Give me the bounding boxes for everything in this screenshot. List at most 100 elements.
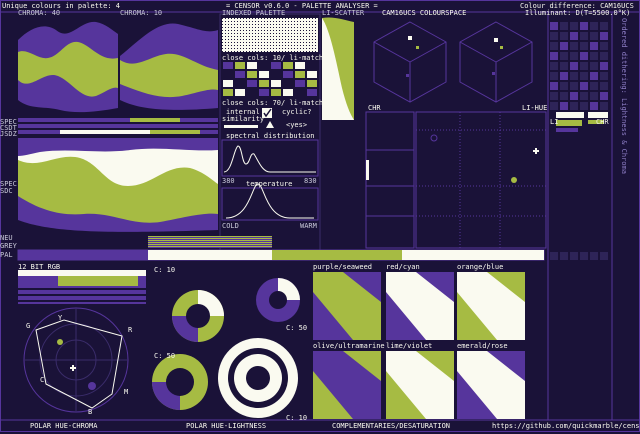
li-chr-bars [550,110,610,250]
dither-cell [560,32,568,40]
dither-cell [580,22,588,30]
jsdz-label: JSDZ [0,130,17,138]
colourspace-panel [364,14,540,110]
palette-swatch [283,62,293,69]
polar-label-g: G [26,322,31,330]
palette-swatch [295,89,305,96]
dither-cell [560,92,568,100]
rgb-12bit-label: 12 BIT RGB [18,263,61,271]
dither-cell [580,102,588,110]
li-scatter-label: LI-SCATTER [322,9,365,17]
dither-cell [600,102,608,110]
dither-cell [550,82,558,90]
palette-swatch [223,71,233,78]
palette-swatch [295,71,305,78]
li-hue-label: LI-HUE [522,104,548,112]
dither-cell [550,92,558,100]
palette-swatch [271,71,281,78]
dither-cell [550,42,558,50]
dither-cell [590,102,598,110]
warm-label: WARM [300,222,317,230]
dither-cell [600,32,608,40]
palette-swatch [223,89,233,96]
li-hue-plot [415,111,547,249]
spectrum-bars [18,118,218,134]
spectral-wave-panel [18,138,218,234]
dither-cell [590,72,598,80]
dither-cell [560,22,568,30]
rgb-12bit-panel [18,270,146,304]
grey-label: GREY [0,242,17,250]
palette-swatch [307,89,317,96]
dither-cell [580,52,588,60]
dither-cell [550,252,558,260]
spectral-range-lo: 380 [222,177,235,185]
ring-c50-b-label: C: 50 [154,352,176,360]
dithering-vertical-label: Ordered dithering: Lightness & Chroma [620,18,628,174]
palette-swatch [223,62,233,69]
pair-label-3: olive/ultramarine [313,342,385,350]
palette-swatch [259,80,269,87]
palette-swatch [235,71,245,78]
palette-swatch [295,80,305,87]
palette-swatch [235,62,245,69]
dither-cell [570,52,578,60]
dither-cell [590,32,598,40]
cyclic-yes-toggle[interactable]: <yes> [286,121,307,129]
temperature-label: temperature [246,180,293,188]
dither-cell [580,32,588,40]
dither-cell [590,42,598,50]
dither-cell [590,82,598,90]
polar-label-r: R [128,326,133,334]
pair-label-2: orange/blue [457,263,504,271]
ring-c10-b-label: C: 10 [286,414,308,422]
dither-cell [590,52,598,60]
palette-swatch [259,62,269,69]
dither-cell [550,72,558,80]
dither-cell [580,92,588,100]
dither-cell [550,32,558,40]
dither-cell [560,252,568,260]
polar-label-b: B [88,408,93,416]
dither-cell [570,32,578,40]
analysis-canvas [0,0,640,432]
palette-swatch [271,80,281,87]
dither-cell [600,42,608,50]
ring-c10-a-label: C: 10 [154,266,176,274]
complementaries-title: COMPLEMENTARIES/DESATURATION [332,422,451,430]
pal-label: PAL [0,251,13,259]
dither-cell [570,102,578,110]
dither-cell [570,62,578,70]
pair-label-0: purple/seaweed [313,263,373,271]
dither-cell [580,62,588,70]
dither-cell [580,82,588,90]
polar-label-m: M [124,388,129,396]
dither-cell [590,22,598,30]
chroma-10-wave-panel [120,14,218,118]
chroma-lightness-plot [365,111,415,249]
palette-swatch [283,89,293,96]
dither-cell [560,102,568,110]
dither-cell [570,42,578,50]
chr-label: CHR [368,104,381,112]
palette-swatch [247,71,257,78]
chroma-40-wave-panel [18,14,118,118]
palette-swatch [271,89,281,96]
palette-swatch [259,89,269,96]
cyclic-label: cyclic? [282,108,312,116]
pair-label-4: lime/violet [386,342,433,350]
dither-cell [560,42,568,50]
github-link[interactable]: https://github.com/quickmarble/censor [492,422,640,430]
indexed-palette-label: INDEXED PALETTE [222,9,286,17]
polar-label-c: C [40,376,45,384]
dither-cell [570,252,578,260]
dither-cell [600,62,608,70]
illuminant-label: Illuminant: D(T=5500.0°K) [525,9,631,17]
dither-cell [600,252,608,260]
neu-label: NEU [0,234,13,242]
li-scatter-panel [322,14,358,250]
palette-swatch [259,71,269,78]
cold-label: COLD [222,222,239,230]
ring-c50-a-label: C: 50 [286,324,308,332]
chroma-40-label: CHROMA: 40 [18,9,61,17]
